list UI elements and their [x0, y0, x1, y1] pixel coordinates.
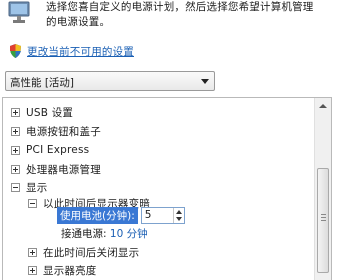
plugged-in-label: 接通电源:: [61, 228, 107, 240]
change-unavailable-settings-link[interactable]: 更改当前不可用的设置: [27, 44, 134, 59]
tree-item-label: 显示器亮度: [43, 264, 97, 277]
collapse-minus-icon[interactable]: [11, 182, 20, 192]
stepper-buttons: [172, 208, 184, 223]
tree-item-pci-express[interactable]: PCI Express: [11, 141, 89, 159]
tree-item-label: 电源按钮和盖子: [26, 125, 101, 138]
plugged-in-setting: 接通电源: 10 分钟: [61, 226, 148, 241]
scrollbar-thumb[interactable]: [317, 168, 329, 273]
expand-plus-icon[interactable]: [11, 145, 20, 155]
power-plan-select-value: 高性能 [活动]: [10, 77, 75, 89]
tree-item-power-buttons-lid[interactable]: 电源按钮和盖子: [11, 122, 101, 140]
intro-text: 选择您喜自定义的电源计划，然后选择您希望计算机管理 的电源设置。: [46, 0, 331, 30]
intro-line-2: 的电源设置。: [46, 16, 111, 28]
expand-plus-icon[interactable]: [28, 247, 37, 257]
tree-item-label: 显示: [26, 181, 48, 194]
on-battery-minutes-value[interactable]: 5: [145, 209, 152, 221]
chevron-down-icon: [201, 79, 209, 84]
tree-item-label: 在此时间后关闭显示: [43, 246, 140, 259]
tree-item-usb[interactable]: USB 设置: [11, 103, 73, 121]
power-options-panel: 选择您喜自定义的电源计划，然后选择您希望计算机管理 的电源设置。 更改当前不可用…: [0, 0, 337, 280]
stepper-up-icon[interactable]: [175, 210, 182, 214]
tree-item-label: PCI Express: [26, 144, 90, 156]
power-settings-tree: USB 设置 电源按钮和盖子 PCI Express 处理器电源管理 显示 以此…: [2, 97, 332, 280]
power-plan-select[interactable]: 高性能 [活动]: [5, 71, 215, 91]
collapse-minus-icon[interactable]: [28, 198, 37, 208]
on-battery-label: 使用电池(分钟):: [57, 207, 138, 224]
expand-plus-icon[interactable]: [11, 107, 20, 117]
stepper-down-icon[interactable]: [175, 217, 182, 221]
change-settings-row: 更改当前不可用的设置: [8, 43, 134, 59]
plugged-in-value-link[interactable]: 10 分钟: [110, 228, 148, 240]
shield-icon: [10, 44, 21, 58]
tree-item-label: 处理器电源管理: [26, 163, 101, 176]
tree-item-turn-off-display-after[interactable]: 在此时间后关闭显示: [28, 243, 139, 261]
tree-item-display-brightness[interactable]: 显示器亮度: [28, 261, 97, 279]
scroll-up-arrow-icon[interactable]: [315, 98, 331, 114]
expand-plus-icon[interactable]: [11, 164, 20, 174]
expand-plus-icon[interactable]: [28, 265, 37, 275]
power-plan-icon: [8, 1, 30, 23]
intro-line-1: 选择您喜自定义的电源计划，然后选择您希望计算机管理: [46, 1, 314, 13]
expand-plus-icon[interactable]: [11, 126, 20, 136]
tree-item-processor-power[interactable]: 处理器电源管理: [11, 160, 101, 178]
vertical-scrollbar[interactable]: [314, 98, 331, 280]
on-battery-minutes-stepper[interactable]: 5: [140, 207, 185, 224]
tree-item-label: USB 设置: [26, 106, 74, 119]
grip-icon: [321, 214, 326, 223]
on-battery-setting: 使用电池(分钟): 5: [57, 207, 185, 224]
